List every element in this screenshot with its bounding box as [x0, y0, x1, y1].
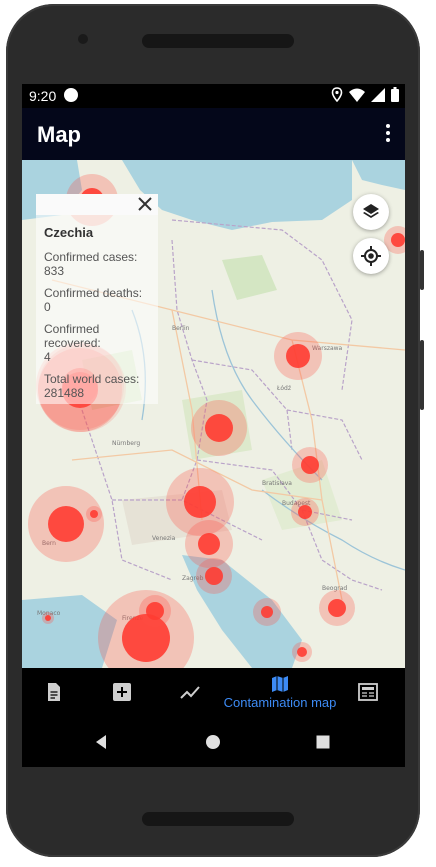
world-label: Total world cases:	[44, 372, 140, 386]
info-panel-header	[36, 194, 158, 215]
add-box-icon	[113, 683, 131, 701]
marker-czechia[interactable]	[191, 400, 247, 456]
close-icon[interactable]	[136, 195, 154, 213]
power-button	[420, 340, 424, 410]
home-icon[interactable]	[205, 734, 221, 750]
app-bar: Map	[22, 108, 405, 160]
bottom-speaker	[142, 812, 294, 826]
front-camera	[78, 34, 88, 44]
volume-button	[420, 250, 424, 290]
marker-montenegro[interactable]	[292, 642, 312, 662]
map-icon	[272, 675, 288, 692]
nav-item-news[interactable]	[356, 668, 380, 716]
map-view[interactable]: BerlinWarszawa ŁódźNürnberg BratislavaBu…	[22, 160, 405, 668]
back-icon[interactable]	[93, 734, 109, 750]
notification-dot-icon	[64, 88, 78, 102]
marker-switzerland[interactable]	[28, 486, 104, 562]
confirmed-value: 833	[44, 264, 65, 278]
marker-liechtenstein[interactable]	[86, 506, 102, 522]
system-navigation-bar	[22, 716, 405, 767]
recovered-label: Confirmed recovered:	[44, 322, 101, 350]
marker-serbia[interactable]	[319, 590, 355, 626]
marker-croatia[interactable]	[196, 558, 232, 594]
wifi-icon	[349, 88, 365, 102]
status-bar: 9:20	[22, 84, 405, 108]
world-value: 281488	[44, 386, 85, 400]
page-title: Map	[37, 122, 81, 147]
trending-icon	[180, 686, 200, 699]
layers-button[interactable]	[353, 194, 389, 230]
screen: 9:20 Map Berlin Warszawa Łódź Nürnberg B…	[22, 84, 405, 767]
marker-slovakia[interactable]	[292, 447, 328, 483]
info-country: Czechia	[44, 225, 94, 240]
bottom-navigation: Contamination map	[22, 668, 405, 716]
my-location-button[interactable]	[353, 238, 389, 274]
nav-label-contamination-map: Contamination map	[223, 694, 337, 710]
location-icon	[331, 87, 343, 102]
top-speaker	[142, 34, 294, 48]
nav-item-trending[interactable]	[178, 668, 202, 716]
overflow-menu-icon[interactable]	[385, 124, 391, 142]
confirmed-label: Confirmed cases:	[44, 250, 138, 264]
signal-icon	[371, 87, 385, 102]
info-panel: Czechia Confirmed cases: 833 Confirmed d…	[36, 194, 158, 404]
news-icon	[358, 683, 378, 701]
deaths-label: Confirmed deaths:	[44, 286, 143, 300]
deaths-value: 0	[44, 300, 51, 314]
document-icon	[48, 683, 60, 701]
layers-icon	[363, 204, 379, 218]
marker-san-marino[interactable]	[139, 595, 171, 627]
nav-item-document[interactable]	[42, 668, 66, 716]
nav-item-contamination-map[interactable]: Contamination map	[220, 668, 340, 716]
status-time: 9:20	[29, 88, 57, 104]
crosshair-icon	[361, 246, 381, 266]
marker-monaco[interactable]	[42, 612, 54, 624]
battery-icon	[391, 87, 399, 102]
status-icons	[331, 87, 399, 102]
marker-bosnia[interactable]	[253, 598, 281, 626]
recovered-value: 4	[44, 350, 51, 364]
nav-item-add[interactable]	[110, 668, 134, 716]
marker-poland[interactable]	[274, 332, 322, 380]
marker-hungary[interactable]	[291, 498, 319, 526]
recents-icon[interactable]	[315, 734, 331, 750]
